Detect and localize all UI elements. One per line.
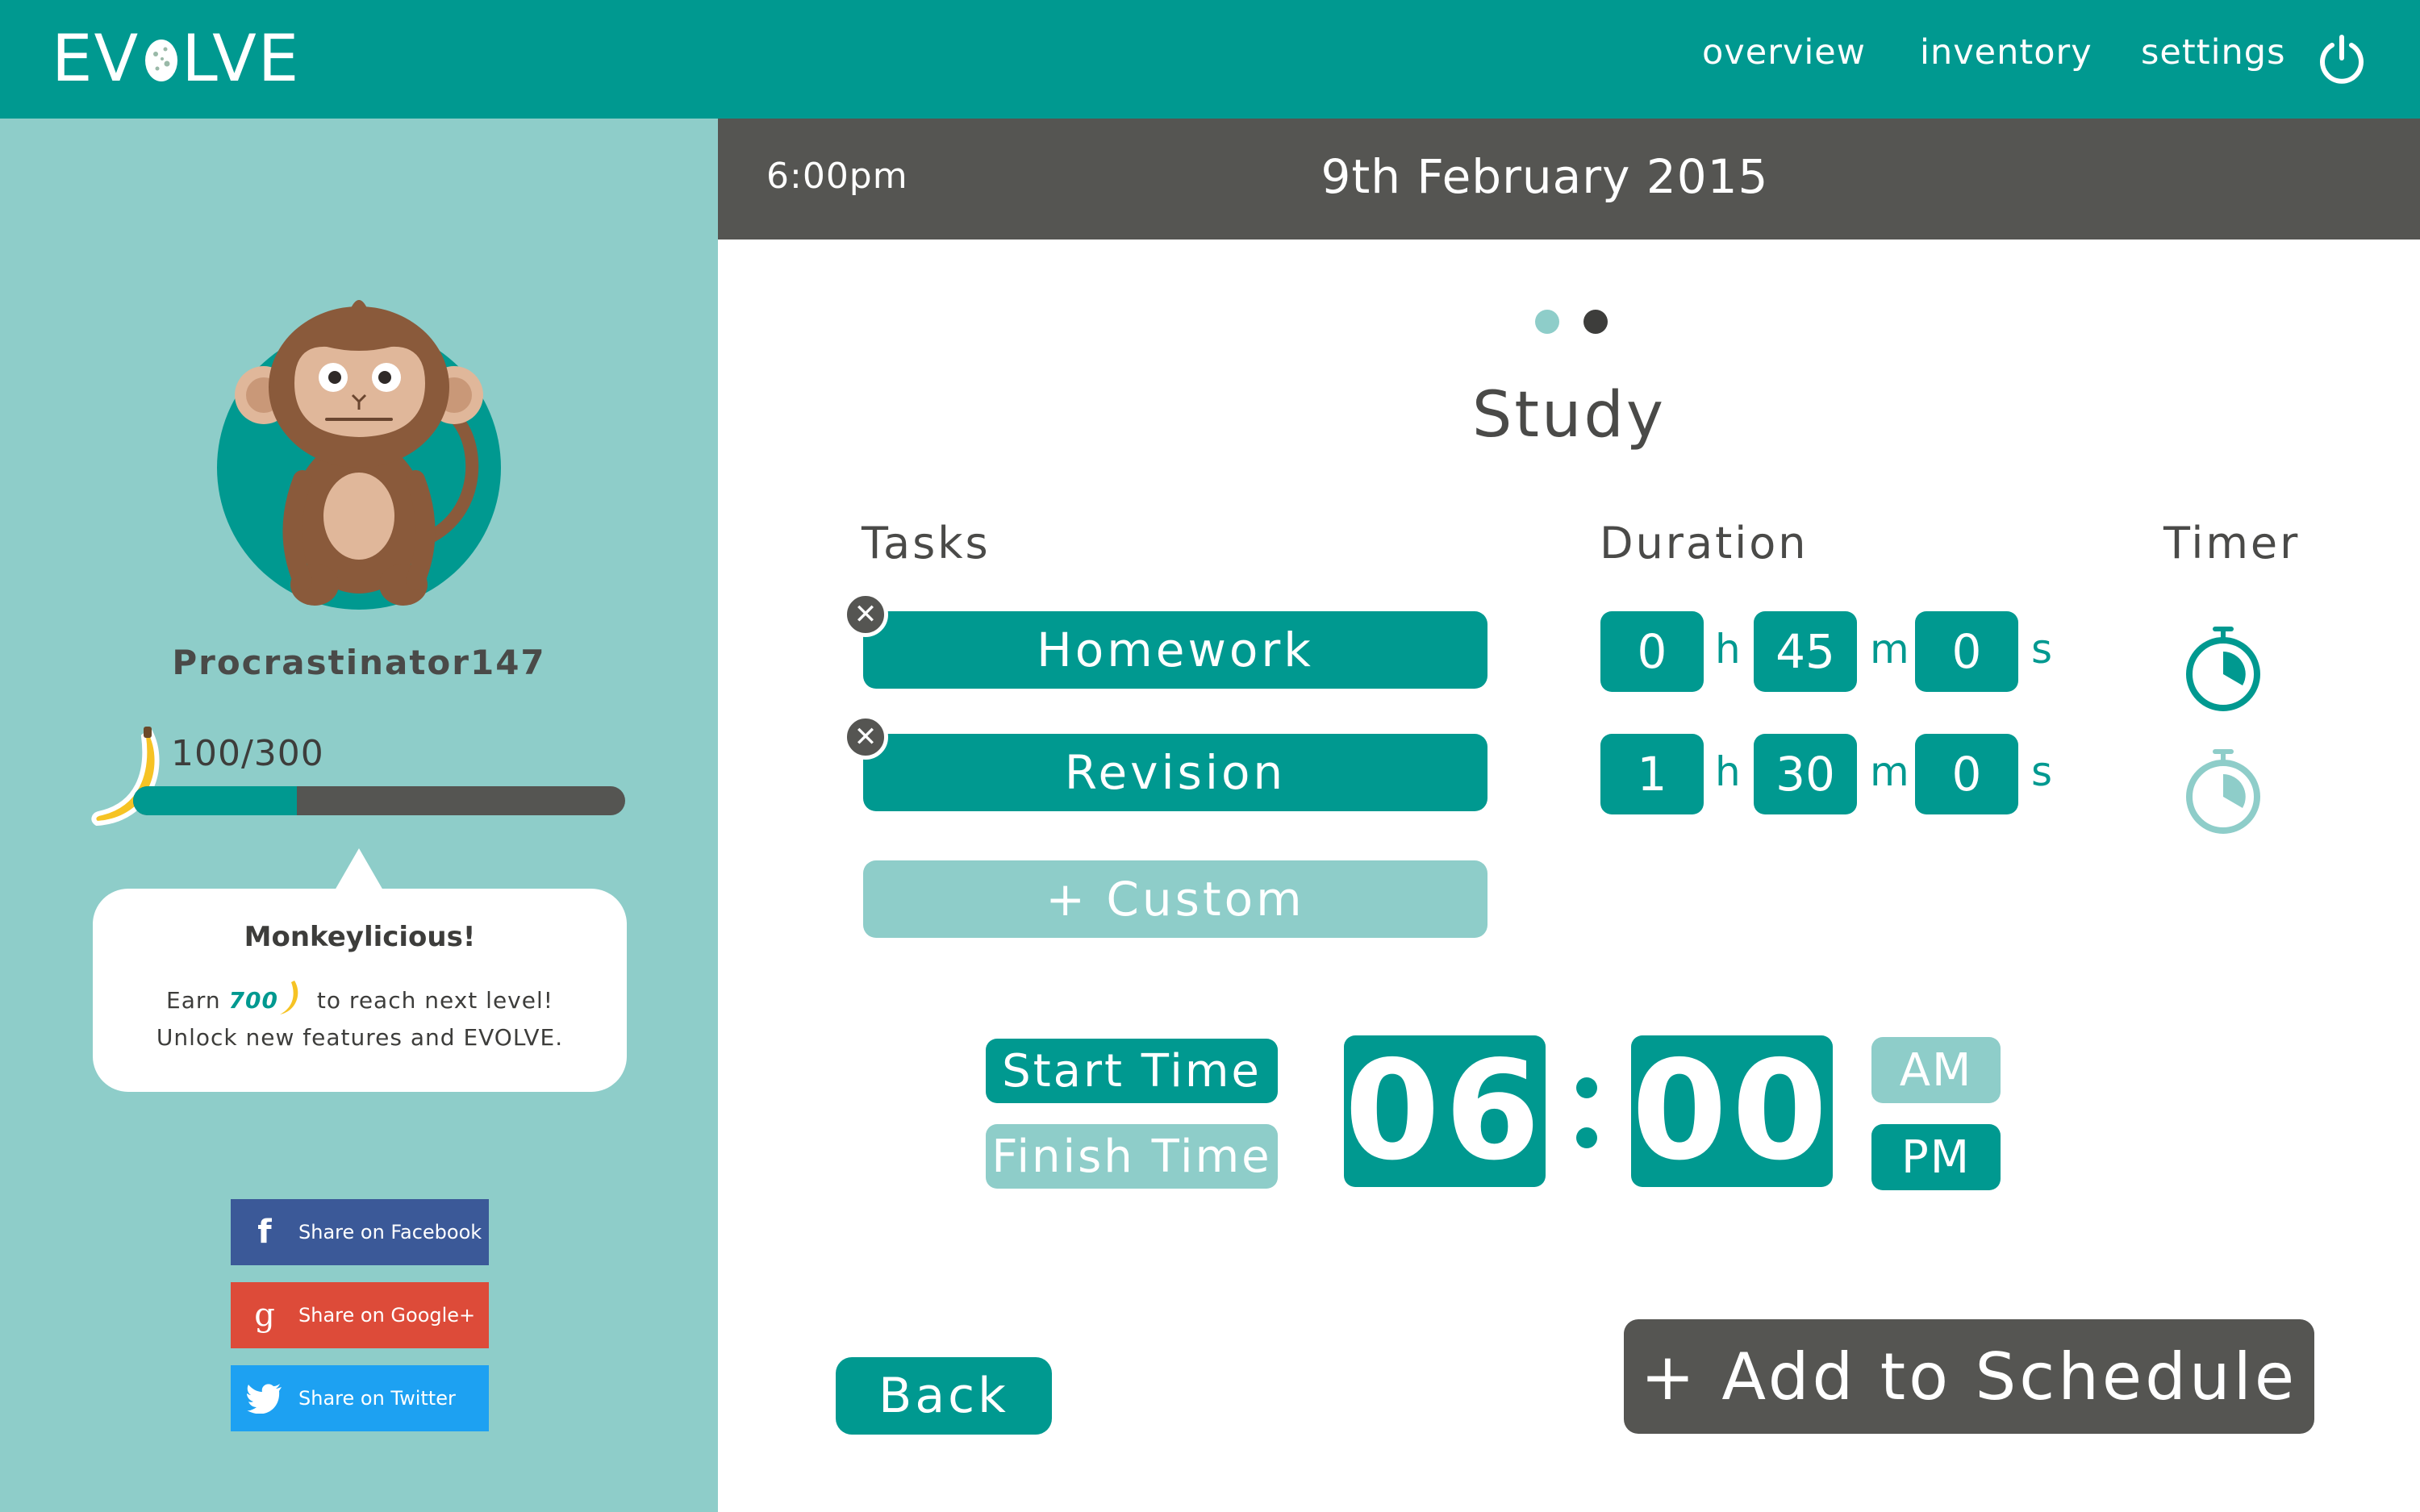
add-custom-task-button[interactable]: + Custom bbox=[863, 860, 1487, 938]
remove-task-revision-icon[interactable]: ✕ bbox=[843, 714, 888, 760]
task-revision-button[interactable]: Revision bbox=[863, 734, 1487, 811]
message-earn-prefix: Earn bbox=[166, 987, 221, 1014]
evolve-logo[interactable]: EV LVE bbox=[52, 18, 300, 98]
share-google-button[interactable]: g Share on Google+ bbox=[231, 1282, 489, 1348]
add-to-schedule-button[interactable]: + Add to Schedule bbox=[1624, 1319, 2314, 1434]
task-homework-seconds[interactable]: 0 bbox=[1915, 611, 2018, 692]
time-hours-display[interactable]: 06 bbox=[1344, 1031, 1546, 1191]
nav-settings[interactable]: settings bbox=[2141, 32, 2285, 73]
am-toggle[interactable]: AM bbox=[1871, 1037, 2001, 1103]
task-revision-seconds[interactable]: 0 bbox=[1915, 734, 2018, 814]
time-separator bbox=[1575, 1073, 1599, 1153]
top-navigation-bar: EV LVE overview inventory settings bbox=[0, 0, 2420, 119]
finish-time-button[interactable]: Finish Time bbox=[986, 1124, 1278, 1189]
share-twitter-label: Share on Twitter bbox=[298, 1387, 456, 1410]
share-facebook-label: Share on Facebook bbox=[298, 1221, 482, 1243]
monkey-avatar[interactable] bbox=[214, 274, 504, 613]
banana-icon bbox=[280, 981, 298, 1014]
message-title: Monkeylicious! bbox=[244, 921, 476, 953]
pm-toggle[interactable]: PM bbox=[1871, 1124, 2001, 1190]
tasks-column-header: Tasks bbox=[862, 518, 991, 569]
minutes-unit: m bbox=[1870, 748, 1909, 795]
username: Procrastinator147 bbox=[172, 643, 546, 682]
back-button[interactable]: Back bbox=[836, 1357, 1052, 1435]
task-revision-hours[interactable]: 1 bbox=[1600, 734, 1704, 814]
logo-text-right: LVE bbox=[182, 20, 301, 96]
stopwatch-icon-inactive[interactable] bbox=[2183, 747, 2264, 835]
task-revision-minutes[interactable]: 30 bbox=[1754, 734, 1857, 814]
share-facebook-button[interactable]: f Share on Facebook bbox=[231, 1199, 489, 1265]
xp-counter: 100/300 bbox=[171, 733, 324, 774]
current-date: 9th February 2015 bbox=[1321, 149, 1769, 204]
logo-text-left: EV bbox=[52, 20, 140, 96]
seconds-unit: s bbox=[2031, 626, 2053, 673]
remove-task-homework-icon[interactable]: ✕ bbox=[843, 592, 888, 637]
duration-column-header: Duration bbox=[1600, 518, 1809, 569]
share-twitter-button[interactable]: Share on Twitter bbox=[231, 1365, 489, 1431]
xp-progress-fill bbox=[133, 786, 298, 815]
xp-progress-bar bbox=[133, 786, 625, 815]
page-dot-1[interactable] bbox=[1535, 310, 1559, 334]
nav-overview[interactable]: overview bbox=[1702, 32, 1866, 73]
page-dot-2[interactable] bbox=[1583, 310, 1608, 334]
hours-unit: h bbox=[1715, 626, 1741, 673]
minutes-unit: m bbox=[1870, 626, 1909, 673]
task-homework-minutes[interactable]: 45 bbox=[1754, 611, 1857, 692]
message-earn-suffix: to reach next level! bbox=[316, 987, 553, 1014]
task-homework-hours[interactable]: 0 bbox=[1600, 611, 1704, 692]
start-time-button[interactable]: Start Time bbox=[986, 1039, 1278, 1103]
message-line-unlock: Unlock new features and EVOLVE. bbox=[156, 1024, 564, 1051]
timer-column-header: Timer bbox=[2163, 518, 2301, 569]
date-bar: 6:00pm 9th February 2015 bbox=[718, 119, 2420, 240]
message-earn-amount: 700 bbox=[228, 987, 278, 1014]
facebook-icon: f bbox=[257, 1214, 272, 1251]
google-plus-icon: g bbox=[254, 1297, 275, 1334]
share-google-label: Share on Google+ bbox=[298, 1304, 476, 1327]
message-line-earn: Earn 700 to reach next level! bbox=[93, 979, 627, 1016]
seconds-unit: s bbox=[2031, 748, 2053, 795]
section-title: Study bbox=[1471, 379, 1667, 452]
task-homework-button[interactable]: Homework bbox=[863, 611, 1487, 689]
level-message-bubble: Monkeylicious! Earn 700 to reach next le… bbox=[93, 889, 627, 1092]
time-minutes-display[interactable]: 00 bbox=[1631, 1031, 1833, 1191]
twitter-icon bbox=[231, 1365, 298, 1431]
egg-icon bbox=[145, 40, 178, 81]
hours-unit: h bbox=[1715, 748, 1741, 795]
nav-inventory[interactable]: inventory bbox=[1920, 32, 2092, 73]
stopwatch-icon-active[interactable] bbox=[2183, 624, 2264, 713]
power-icon[interactable] bbox=[2317, 34, 2367, 84]
profile-sidebar: Procrastinator147 100/300 Monkeylicious!… bbox=[0, 119, 718, 1512]
speech-bubble-tail bbox=[335, 848, 383, 890]
